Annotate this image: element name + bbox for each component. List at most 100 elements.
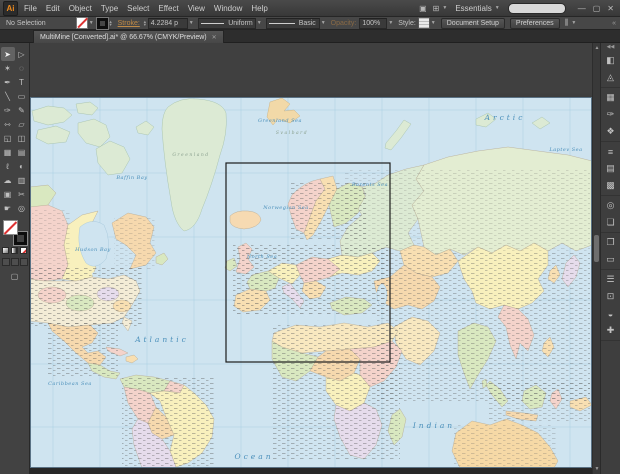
map-artboard[interactable]: Greenland Sea Arctic Svalbard Laptev Sea… [30,97,592,468]
type-tool[interactable]: T [15,75,29,89]
panel-swatches[interactable]: ▦ [601,89,620,106]
direct-selection-tool[interactable]: ▷ [15,47,29,61]
zoom-tool[interactable]: ◎ [15,201,29,215]
vertical-scrollbar[interactable]: ▲ ▼ [592,43,600,474]
illustrator-logo: Ai [3,1,18,16]
artboard-tool[interactable]: ▣ [1,187,15,201]
panel-transform[interactable]: ⊡ [601,288,620,305]
draw-inside-button[interactable] [20,258,28,266]
none-mode-button[interactable] [20,247,27,254]
blend-tool[interactable]: ◐ [15,159,29,173]
panel-pathfinder[interactable]: ◒ [601,305,620,322]
perspective-grid-tool[interactable]: ◫ [15,131,29,145]
menu-file[interactable]: File [24,4,37,13]
close-button[interactable]: ✕ [607,4,614,13]
selection-tool[interactable]: ➤ [1,47,15,61]
document-layout-icon[interactable]: ⊞ [433,4,440,13]
style-caret-icon[interactable]: ▼ [431,20,436,26]
menu-window[interactable]: Window [214,4,242,13]
panel-color-guide[interactable]: ◬ [601,69,620,86]
workspace-caret-icon: ▼ [495,5,500,11]
free-transform-tool[interactable]: ▱ [15,117,29,131]
workspace-switcher[interactable]: Essentials ▼ [455,4,499,13]
brush-definition-dropdown[interactable]: Basic [266,18,320,29]
opacity-field[interactable]: 100% [359,18,387,29]
stroke-weight-caret-icon[interactable]: ▼ [189,20,194,26]
stroke-panel-link[interactable]: Stroke: [118,20,140,27]
lasso-tool[interactable]: ◌ [15,61,29,75]
minimize-button[interactable]: — [578,4,586,13]
menu-effect[interactable]: Effect [158,4,178,13]
fill-swatch[interactable] [76,17,88,29]
fill-swatch-box[interactable] [3,220,18,235]
arrange-documents-icon[interactable]: ▣ [419,4,427,13]
panel-stroke[interactable]: ≡ [601,143,620,160]
workspace-label: Essentials [455,4,491,13]
panel-align[interactable]: ☰ [601,271,620,288]
menu-edit[interactable]: Edit [46,4,60,13]
stroke-stepper[interactable]: ▲▼ [109,20,113,27]
panel-artboards[interactable]: ▭ [601,251,620,268]
menu-object[interactable]: Object [69,4,92,13]
slice-tool[interactable]: ✂ [15,187,29,201]
profile-caret-icon[interactable]: ▼ [257,20,262,26]
align-caret-icon[interactable]: ▼ [571,20,576,26]
scrollbar-thumb[interactable] [594,235,599,262]
expand-panels-icon[interactable]: ◀◀ [601,43,620,51]
panel-color[interactable]: ◧ [601,52,620,69]
panel-appearance[interactable]: ◎ [601,197,620,214]
menu-type[interactable]: Type [101,4,118,13]
gradient-tool[interactable]: ▤ [15,145,29,159]
menu-view[interactable]: View [188,4,205,13]
opacity-caret-icon[interactable]: ▼ [388,20,393,26]
pencil-tool[interactable]: ✎ [15,103,29,117]
tab-close-icon[interactable]: ✕ [212,34,217,41]
fill-caret-icon[interactable]: ▼ [89,20,94,26]
color-mode-button[interactable] [2,247,9,254]
mesh-tool[interactable]: ▦ [1,145,15,159]
hand-tool[interactable]: ☛ [1,201,15,215]
stroke-color-swatch[interactable] [97,18,108,29]
menu-help[interactable]: Help [251,4,267,13]
fill-stroke-indicator[interactable] [3,220,27,245]
symbol-sprayer-tool[interactable]: ☁ [1,173,15,187]
shape-builder-tool[interactable]: ◱ [1,131,15,145]
opacity-panel-link[interactable]: Opacity: [331,20,357,27]
panel-gradient[interactable]: ▤ [601,160,620,177]
gradient-mode-button[interactable] [11,247,18,254]
column-graph-tool[interactable]: ▥ [15,173,29,187]
paintbrush-tool[interactable]: ✑ [1,103,15,117]
panel-graphic-styles[interactable]: ❏ [601,214,620,231]
eyedropper-tool[interactable]: ℓ [1,159,15,173]
panel-brushes[interactable]: ✑ [601,106,620,123]
stroke-weight-stepper[interactable]: ▲▼ [143,20,147,27]
restore-button[interactable]: ▢ [593,4,601,13]
panel-symbols[interactable]: ❖ [601,123,620,140]
canvas-area[interactable]: Greenland Sea Arctic Svalbard Laptev Sea… [30,43,592,474]
document-setup-button[interactable]: Document Setup [441,18,505,29]
document-layout-caret-icon[interactable]: ▼ [442,5,447,11]
width-profile-dropdown[interactable]: Uniform [198,18,256,29]
panel-transparency[interactable]: ▩ [601,177,620,194]
align-icon[interactable]: ⫼ [565,18,569,28]
brush-caret-icon[interactable]: ▼ [321,20,326,26]
app-search-input[interactable] [508,3,566,14]
world-map: Greenland Sea Arctic Svalbard Laptev Sea… [30,97,592,468]
panel-layers[interactable]: ❐ [601,234,620,251]
menu-select[interactable]: Select [127,4,149,13]
stroke-weight-field[interactable]: 4.2284 p [148,18,188,29]
pen-tool[interactable]: ✒ [1,75,15,89]
magic-wand-tool[interactable]: ✶ [1,61,15,75]
collapse-panel-icon[interactable]: « [612,20,616,27]
style-swatch[interactable] [418,17,430,29]
screen-mode-button[interactable]: ▢ [0,272,29,281]
preferences-button[interactable]: Preferences [510,18,560,29]
control-bar: No Selection ▼ ▲▼ Stroke: ▲▼ 4.2284 p ▼ … [0,17,620,30]
draw-behind-button[interactable] [11,258,19,266]
panel-navigator[interactable]: ✚ [601,322,620,339]
rectangle-tool[interactable]: ▭ [15,89,29,103]
width-tool[interactable]: ⇿ [1,117,15,131]
line-segment-tool[interactable]: ╲ [1,89,15,103]
document-tab[interactable]: MultiMine [Converted].ai* @ 66.67% (CMYK… [33,30,224,43]
draw-normal-button[interactable] [2,258,10,266]
